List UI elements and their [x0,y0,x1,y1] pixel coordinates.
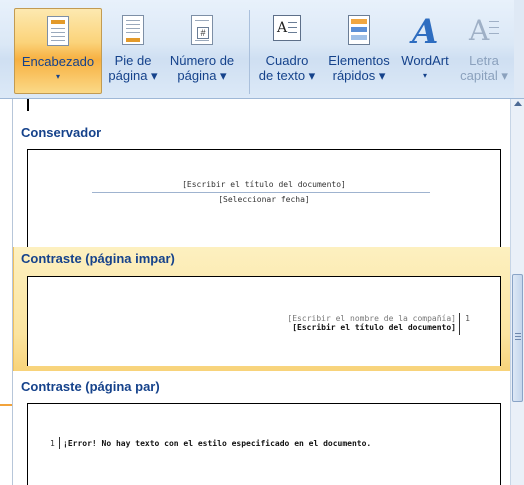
gallery-section-title: Conservador [21,125,102,140]
page-number-button[interactable]: # Número de página ▾ [162,8,242,94]
gallery-section-title: Contraste (página par) [21,379,160,394]
drop-cap-button[interactable]: A Letra capital ▾ [456,8,512,94]
preview-divider [459,313,460,335]
grip-line [515,333,521,334]
drop-cap-label-1: Letra [469,53,499,68]
header-button-label: Encabezado [21,54,95,69]
gallery-item-contraste-par[interactable]: 1 ¡Error! No hay texto con el estilo esp… [27,403,501,485]
page-number-label-1: Número de [169,53,235,68]
preview-page-number: 1 [465,314,470,323]
gallery-item-conservador[interactable]: [Escribir el título del documento] [Sele… [27,149,501,247]
gallery-scrollbar[interactable] [510,99,524,485]
preview-title-placeholder: [Escribir el título del documento] [182,180,346,189]
page-number-icon: # [189,15,215,47]
footer-button-label-2: página ▾ [108,68,158,83]
wordart-icon: A [412,12,439,52]
selection-indicator [0,404,12,406]
scroll-thumb[interactable] [512,274,523,402]
preview-title-placeholder: [Escribir el título del documento] [292,323,456,332]
preview-divider [59,437,60,449]
gallery-item-contraste-impar[interactable]: [Escribir el nombre de la compañía] [Esc… [27,276,501,366]
gallery-section-title-selected: Contraste (página impar) [21,251,175,266]
chevron-down-icon: ▾ [422,71,427,80]
textbox-label-1: Cuadro [265,53,309,68]
dropcap-glyph: A [469,14,490,47]
header-button[interactable]: Encabezado ▾ [14,8,102,94]
quick-parts-icon [346,15,372,47]
textbox-button[interactable]: A Cuadro de texto ▾ [254,8,320,94]
footer-button[interactable]: Pie de página ▾ [104,8,162,94]
ribbon-overflow [514,0,524,98]
previous-preview-edge [27,99,29,111]
scroll-up-arrow-icon[interactable] [514,101,522,106]
grip-line [515,336,521,337]
textbox-icon: A [272,15,302,47]
grip-line [515,339,521,340]
textbox-label-2: de texto ▾ [258,68,316,83]
textbox-glyph: A [277,20,288,36]
quick-parts-button[interactable]: Elementos rápidos ▾ [322,8,396,94]
wordart-glyph: A [412,12,439,52]
quick-parts-label-2: rápidos ▾ [332,68,386,83]
header-icon [45,16,71,48]
header-gallery: Conservador [Escribir el título del docu… [12,99,511,485]
group-separator [249,10,250,94]
quick-parts-label-1: Elementos [328,53,390,68]
drop-cap-label-2: capital ▾ [460,68,508,83]
wordart-label: WordArt [401,53,449,68]
preview-error-text: ¡Error! No hay texto con el estilo espec… [63,439,372,448]
wordart-button[interactable]: A WordArt ▾ [396,8,454,94]
hash-glyph: # [197,27,209,39]
chevron-down-icon: ▾ [55,72,60,81]
drop-cap-icon: A [467,15,501,47]
ribbon-insert-tab: Encabezado ▾ Pie de página ▾ # Número de… [0,0,524,99]
preview-page-number: 1 [50,439,55,448]
page-number-label-2: página ▾ [177,68,227,83]
preview-company-placeholder: [Escribir el nombre de la compañía] [287,314,456,323]
preview-rule [92,192,430,193]
preview-date-placeholder: [Seleccionar fecha] [218,195,310,204]
footer-button-label-1: Pie de [114,53,152,68]
footer-icon [120,15,146,47]
